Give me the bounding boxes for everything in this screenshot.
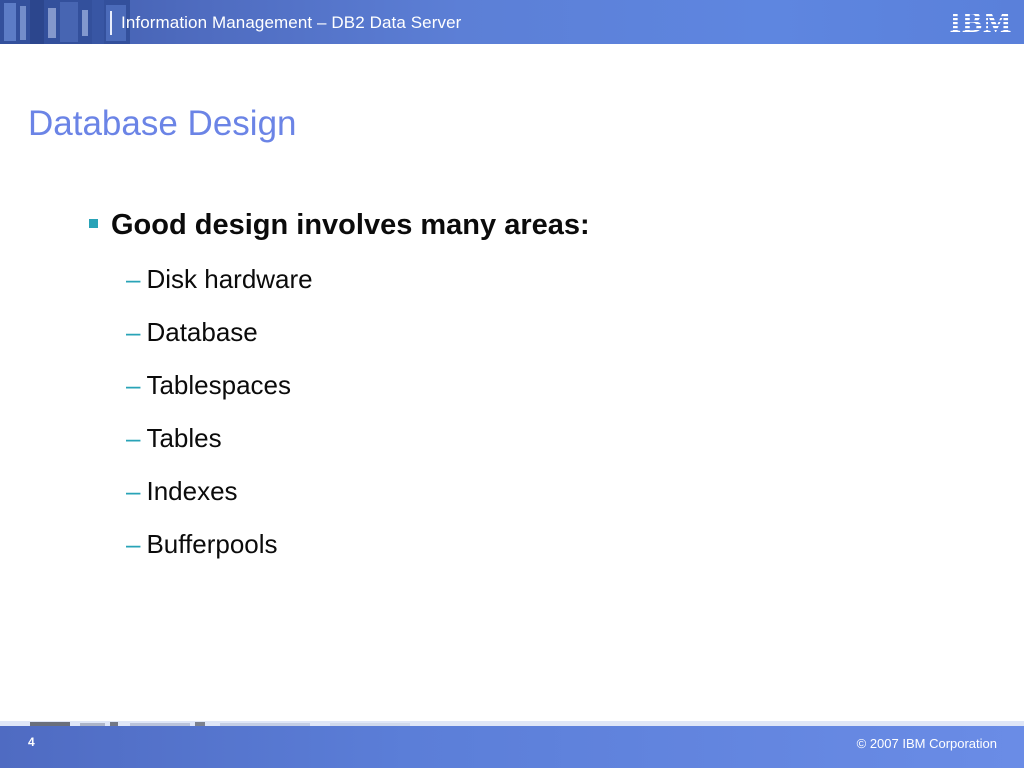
sub-bullet-list: – Disk hardware – Database – Tablespaces… [126, 264, 313, 582]
header-title: Information Management – DB2 Data Server [121, 13, 462, 32]
copyright-notice: © 2007 IBM Corporation [856, 736, 997, 751]
dash-bullet-icon: – [126, 264, 141, 294]
list-item-label: Indexes [146, 476, 238, 506]
footer-bar: 4 © 2007 IBM Corporation [0, 726, 1024, 768]
header-banner: Information Management – DB2 Data Server… [0, 0, 1024, 44]
list-item: – Bufferpools [126, 529, 313, 582]
dash-bullet-icon: – [126, 317, 141, 347]
dash-bullet-icon: – [126, 529, 141, 559]
header-divider [110, 11, 112, 35]
page-number: 4 [28, 735, 35, 749]
list-item: – Tables [126, 423, 313, 476]
list-item-label: Disk hardware [146, 264, 313, 294]
list-item: – Indexes [126, 476, 313, 529]
list-item-label: Bufferpools [146, 529, 278, 559]
list-item-label: Tables [146, 423, 222, 453]
ibm-logo: IBM [949, 6, 1013, 36]
list-item: – Disk hardware [126, 264, 313, 317]
list-item: – Tablespaces [126, 370, 313, 423]
dash-bullet-icon: – [126, 370, 141, 400]
list-item-label: Database [146, 317, 258, 347]
dash-bullet-icon: – [126, 476, 141, 506]
main-bullet-text: Good design involves many areas: [111, 209, 590, 241]
slide-title: Database Design [28, 104, 297, 143]
list-item: – Database [126, 317, 313, 370]
list-item-label: Tablespaces [146, 370, 292, 400]
square-bullet-icon [89, 219, 98, 228]
dash-bullet-icon: – [126, 423, 141, 453]
main-bullet: Good design involves many areas: [89, 209, 590, 242]
